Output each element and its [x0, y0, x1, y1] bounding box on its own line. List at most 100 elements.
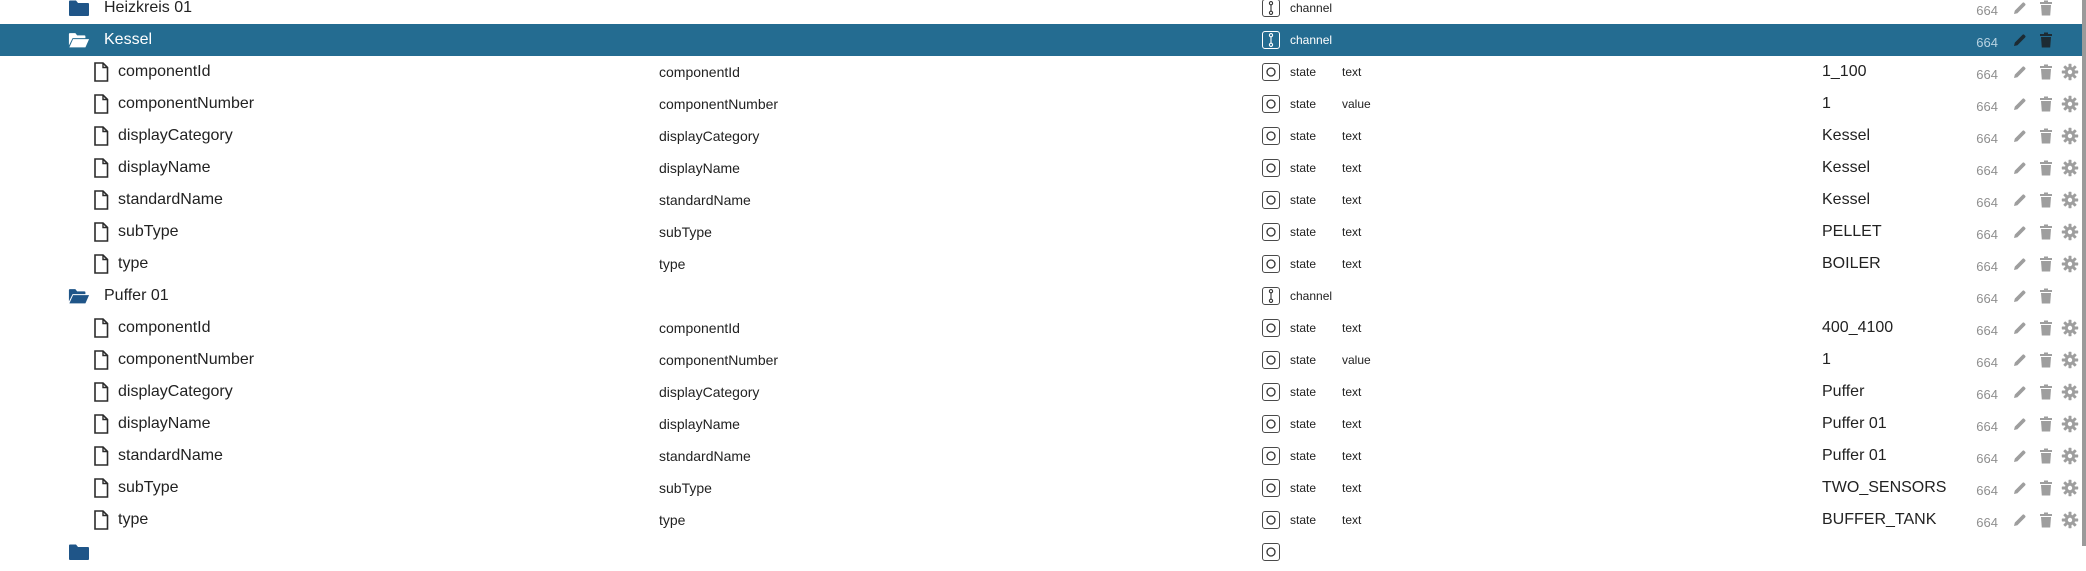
object-value[interactable]: Kessel	[1822, 184, 1870, 216]
tree-row[interactable]: displayName displayName state text Puffer 01…	[0, 408, 2086, 440]
tree-row[interactable]: standardName standardName state text Puffer …	[0, 440, 2086, 472]
tree-row[interactable]: type type state text BOILER 664	[0, 248, 2086, 280]
edit-icon[interactable]	[2010, 216, 2030, 248]
delete-icon[interactable]	[2036, 24, 2056, 56]
settings-gear-icon[interactable]	[2060, 504, 2080, 536]
tree-row[interactable]: componentNumber componentNumber state value…	[0, 344, 2086, 376]
settings-gear-icon[interactable]	[2060, 184, 2080, 216]
object-value[interactable]: 400_4100	[1822, 312, 1893, 344]
edit-icon[interactable]	[2010, 56, 2030, 88]
delete-icon[interactable]	[2036, 408, 2056, 440]
object-value[interactable]: PELLET	[1822, 216, 1882, 248]
folder-icon[interactable]	[68, 536, 90, 568]
object-value[interactable]: 1_100	[1822, 56, 1867, 88]
acl-label: 664	[1976, 387, 1998, 402]
tree-row[interactable]: subType subType state text TWO_SENSORS 664	[0, 472, 2086, 504]
delete-icon[interactable]	[2036, 0, 2056, 24]
tree-row[interactable]: standardName standardName state text Kessel 6…	[0, 184, 2086, 216]
delete-icon[interactable]	[2036, 504, 2056, 536]
tree-row[interactable]	[0, 536, 2086, 568]
object-value[interactable]: BOILER	[1822, 248, 1881, 280]
vertical-scrollbar[interactable]	[2082, 0, 2086, 546]
object-value[interactable]: BUFFER_TANK	[1822, 504, 1936, 536]
delete-icon[interactable]	[2036, 216, 2056, 248]
edit-icon[interactable]	[2010, 280, 2030, 312]
edit-icon[interactable]	[2010, 376, 2030, 408]
delete-icon[interactable]	[2036, 440, 2056, 472]
settings-gear-icon[interactable]	[2060, 408, 2080, 440]
settings-gear-icon[interactable]	[2060, 248, 2080, 280]
state-icon	[1262, 248, 1284, 280]
folder-icon[interactable]	[68, 0, 90, 24]
channel-icon	[1262, 280, 1284, 312]
tree-row[interactable]: displayName displayName state text Kessel 664	[0, 152, 2086, 184]
settings-gear-icon[interactable]	[2060, 88, 2080, 120]
tree-row[interactable]: Puffer 01 channel 664	[0, 280, 2086, 312]
tree-row[interactable]: componentId componentId state text 400_4100 6…	[0, 312, 2086, 344]
tree-row[interactable]: componentNumber componentNumber state value…	[0, 88, 2086, 120]
tree-row[interactable]: Heizkreis 01 channel 664	[0, 0, 2086, 24]
object-value[interactable]: 1	[1822, 88, 1831, 120]
type-icon-frame	[1262, 255, 1280, 273]
delete-icon[interactable]	[2036, 472, 2056, 504]
delete-icon[interactable]	[2036, 56, 2056, 88]
delete-icon[interactable]	[2036, 88, 2056, 120]
delete-icon[interactable]	[2036, 280, 2056, 312]
object-name-label: standardName	[659, 192, 751, 208]
object-type-label: channel	[1290, 1, 1333, 15]
object-id-label: subType	[118, 223, 179, 240]
object-role-label: text	[1342, 481, 1362, 495]
delete-icon[interactable]	[2036, 376, 2056, 408]
delete-icon[interactable]	[2036, 248, 2056, 280]
settings-gear-icon[interactable]	[2060, 440, 2080, 472]
object-type-label: state	[1290, 513, 1317, 527]
edit-icon[interactable]	[2010, 152, 2030, 184]
edit-icon[interactable]	[2010, 504, 2030, 536]
settings-gear-icon[interactable]	[2060, 56, 2080, 88]
settings-gear-icon[interactable]	[2060, 472, 2080, 504]
tree-row[interactable]: subType subType state text PELLET 664	[0, 216, 2086, 248]
edit-icon[interactable]	[2010, 344, 2030, 376]
edit-icon[interactable]	[2010, 24, 2030, 56]
tree-row[interactable]: componentId componentId state text 1_100 664	[0, 56, 2086, 88]
edit-icon[interactable]	[2010, 88, 2030, 120]
delete-icon[interactable]	[2036, 120, 2056, 152]
acl-label: 664	[1976, 99, 1998, 114]
settings-gear-icon[interactable]	[2060, 120, 2080, 152]
object-value[interactable]: Kessel	[1822, 120, 1870, 152]
tree-row[interactable]: type type state text BUFFER_TANK 664	[0, 504, 2086, 536]
object-value[interactable]: Puffer 01	[1822, 408, 1887, 440]
object-name-label: subType	[659, 224, 712, 240]
object-role-label: text	[1342, 65, 1362, 79]
edit-icon[interactable]	[2010, 472, 2030, 504]
folder-open-icon[interactable]	[68, 280, 90, 312]
folder-open-icon[interactable]	[68, 24, 90, 56]
object-value[interactable]: 1	[1822, 344, 1831, 376]
edit-icon[interactable]	[2010, 248, 2030, 280]
object-value[interactable]: Puffer	[1822, 376, 1864, 408]
edit-icon[interactable]	[2010, 184, 2030, 216]
settings-gear-icon[interactable]	[2060, 344, 2080, 376]
object-id-label: displayName	[118, 159, 211, 176]
settings-gear-icon[interactable]	[2060, 312, 2080, 344]
settings-gear-icon[interactable]	[2060, 376, 2080, 408]
delete-icon[interactable]	[2036, 344, 2056, 376]
tree-row[interactable]: Kessel channel 664	[0, 24, 2086, 56]
object-value[interactable]: Kessel	[1822, 152, 1870, 184]
settings-gear-icon[interactable]	[2060, 216, 2080, 248]
delete-icon[interactable]	[2036, 312, 2056, 344]
edit-icon[interactable]	[2010, 312, 2030, 344]
delete-icon[interactable]	[2036, 184, 2056, 216]
settings-gear-icon[interactable]	[2060, 152, 2080, 184]
edit-icon[interactable]	[2010, 120, 2030, 152]
object-value[interactable]: TWO_SENSORS	[1822, 472, 1946, 504]
file-icon	[90, 56, 112, 88]
tree-row[interactable]: displayCategory displayCategory state text P…	[0, 376, 2086, 408]
edit-icon[interactable]	[2010, 0, 2030, 24]
tree-row[interactable]: displayCategory displayCategory state text K…	[0, 120, 2086, 152]
edit-icon[interactable]	[2010, 408, 2030, 440]
edit-icon[interactable]	[2010, 440, 2030, 472]
object-value[interactable]: Puffer 01	[1822, 440, 1887, 472]
object-role-label: text	[1342, 321, 1362, 335]
delete-icon[interactable]	[2036, 152, 2056, 184]
